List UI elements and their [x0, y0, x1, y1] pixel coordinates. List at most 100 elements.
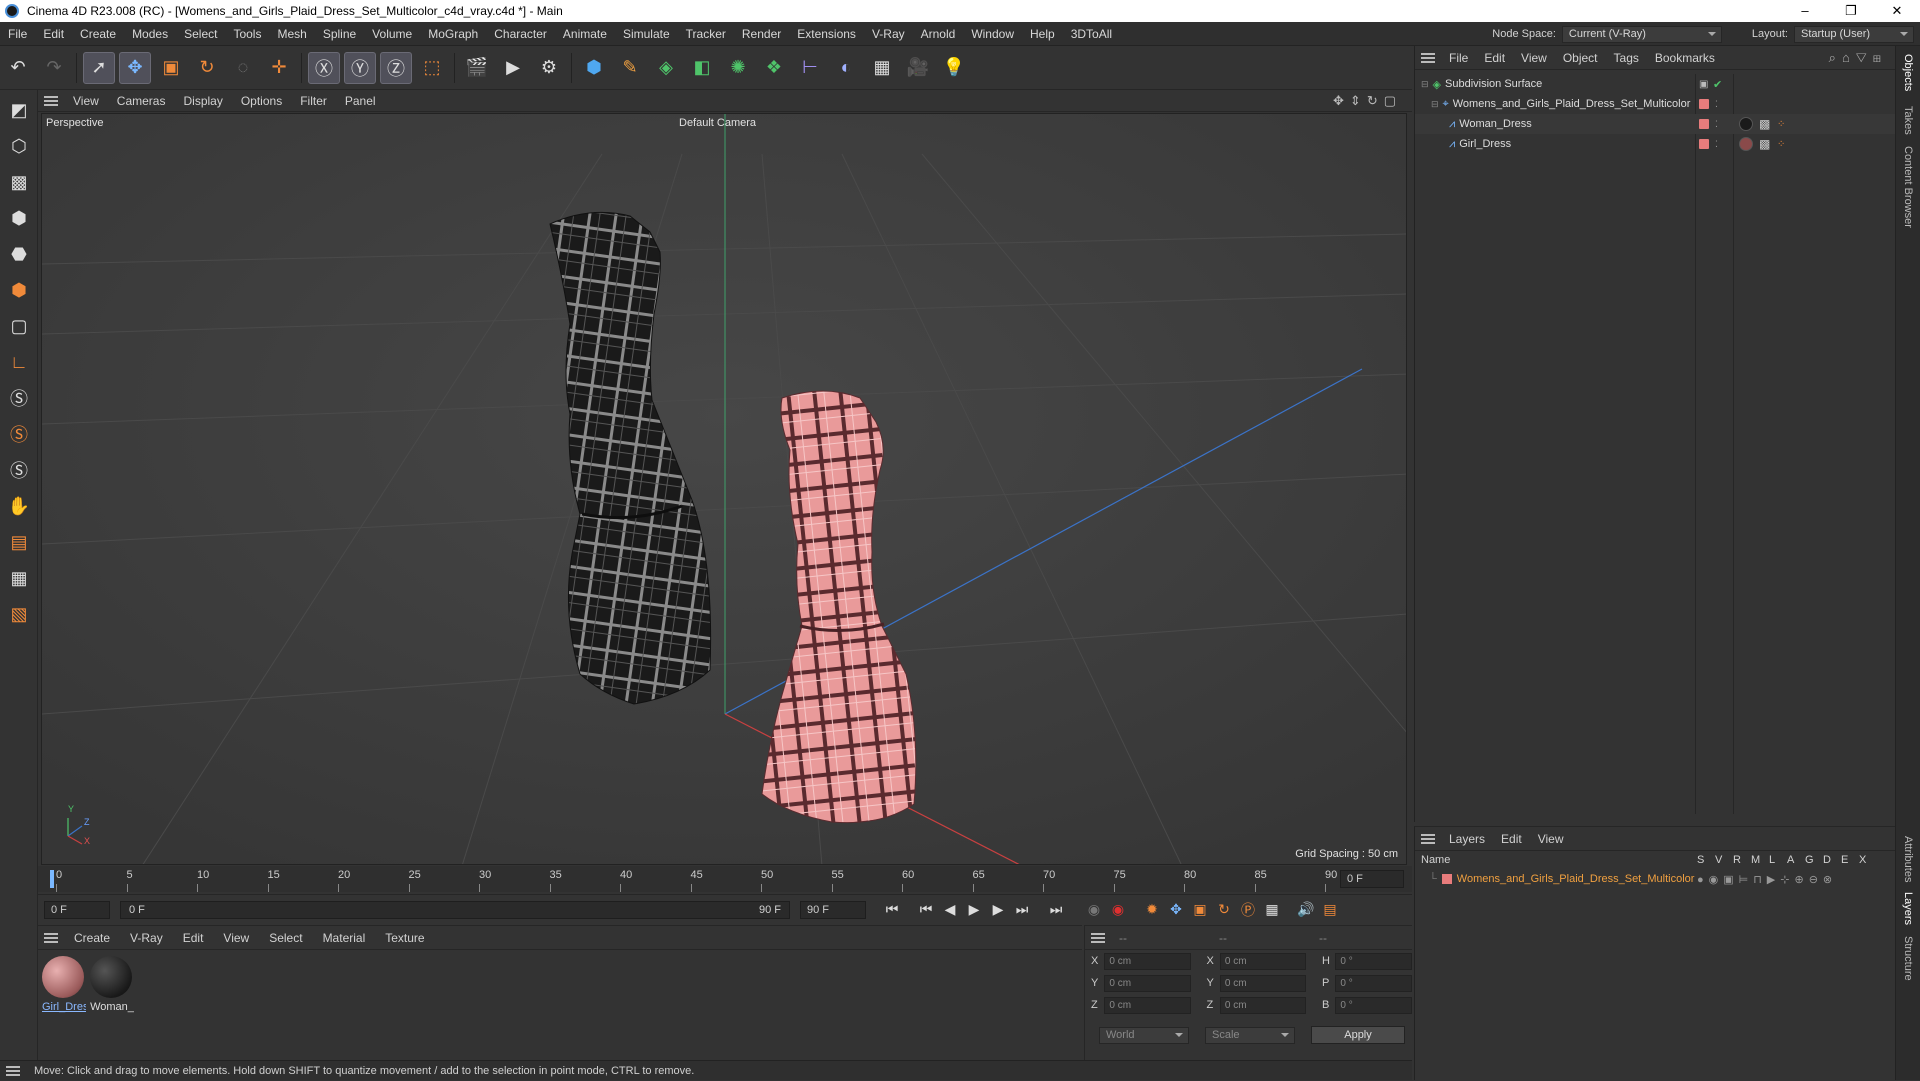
subdivision-generator-icon[interactable]: ◈ [650, 52, 682, 84]
viewport-menu-options[interactable]: Options [232, 90, 291, 112]
menu-animate[interactable]: Animate [555, 22, 615, 46]
frame-range-slider[interactable]: 0 F 90 F [120, 900, 790, 919]
material-menu-edit[interactable]: Edit [173, 926, 214, 950]
grid-icon[interactable]: ▦ [3, 562, 35, 594]
menu-simulate[interactable]: Simulate [615, 22, 678, 46]
object-menu-object[interactable]: Object [1555, 46, 1606, 70]
model-mode-icon[interactable]: ⬡ [3, 130, 35, 162]
object-row-girl-dress[interactable]: ⩘ Girl_Dress ⁚ ▩ ⁘ [1415, 134, 1895, 154]
material-menu-material[interactable]: Material [313, 926, 376, 950]
visibility-check-icon[interactable]: ✔ [1713, 78, 1722, 91]
locked-workplane-icon[interactable]: ▧ [3, 598, 35, 630]
start-frame-field[interactable]: 0 F [44, 900, 110, 919]
deformer-bend-icon[interactable]: ⊢ [794, 52, 826, 84]
edge-mode-icon[interactable]: ⬣ [3, 238, 35, 270]
enable-check-icon[interactable]: ▣ [1699, 79, 1708, 90]
coords-menu-icon[interactable] [1091, 932, 1105, 943]
render-settings-icon[interactable]: ⚙ [533, 52, 565, 84]
layer-tag-icon[interactable] [1699, 139, 1709, 149]
layer-flag-icons[interactable]: ●◉▣⊨⊓▶⊹⊕⊖⊗ [1697, 873, 1837, 886]
material-menu-create[interactable]: Create [64, 926, 120, 950]
layer-tag-icon[interactable] [1699, 99, 1709, 109]
menu-arnold[interactable]: Arnold [913, 22, 964, 46]
key-parameter-icon[interactable]: Ⓟ [1236, 898, 1260, 922]
maximize-button[interactable]: ❐ [1828, 0, 1874, 22]
render-region-icon[interactable]: 🎬 [461, 52, 493, 84]
menu-vray[interactable]: V-Ray [864, 22, 913, 46]
layer-row[interactable]: └ Womens_and_Girls_Plaid_Dress_Set_Multi… [1415, 869, 1895, 889]
object-search-icons[interactable]: ⌕⌂▽⊞ [1829, 50, 1887, 66]
material-tag-icon[interactable] [1739, 117, 1753, 131]
rotate-tool-icon[interactable]: ↻ [191, 52, 223, 84]
object-row-group[interactable]: ⊟ ⌖ Womens_and_Girls_Plaid_Dress_Set_Mul… [1415, 94, 1895, 114]
menu-select[interactable]: Select [176, 22, 225, 46]
viewport-menu-icon[interactable] [44, 95, 58, 106]
phong-tag-icon[interactable]: ⁘ [1777, 119, 1785, 130]
object-menu-edit[interactable]: Edit [1476, 46, 1513, 70]
prev-key-icon[interactable]: ⏮ [914, 898, 938, 922]
uv-mode-icon[interactable]: ▢ [3, 310, 35, 342]
size-y-field[interactable]: 0 cm [1219, 974, 1307, 992]
next-key-icon[interactable]: ⏭ [1010, 898, 1034, 922]
tab-attributes[interactable]: Attributes [1902, 836, 1914, 882]
motion-system-icon[interactable]: 🔊 [1294, 898, 1318, 922]
next-frame-icon[interactable]: ▶ [986, 898, 1010, 922]
workplane-icon[interactable]: ▤ [3, 526, 35, 558]
keyframe-selection-icon[interactable]: ✹ [1140, 898, 1164, 922]
viewport-menu-display[interactable]: Display [174, 90, 231, 112]
uvw-tag-icon[interactable]: ▩ [1759, 117, 1770, 131]
scale-tool-icon[interactable]: ▣ [155, 52, 187, 84]
tab-objects[interactable]: Objects [1902, 54, 1914, 91]
cube-primitive-icon[interactable]: ⬢ [578, 52, 610, 84]
pos-z-field[interactable]: 0 cm [1104, 996, 1191, 1014]
place-tool-icon[interactable]: ✛ [263, 52, 295, 84]
minimize-button[interactable]: – [1782, 0, 1828, 22]
material-woman-dress[interactable]: Woman_ [90, 956, 134, 1013]
collapse-icon[interactable]: ⊟ [1421, 79, 1429, 90]
key-position-icon[interactable]: ✥ [1164, 898, 1188, 922]
phong-tag-icon[interactable]: ⁘ [1777, 139, 1785, 150]
object-menu-icon[interactable] [1421, 52, 1435, 63]
polygon-mode-icon[interactable]: ⬢ [3, 274, 35, 306]
axis-mode-icon[interactable]: ∟ [3, 346, 35, 378]
menu-mesh[interactable]: Mesh [269, 22, 314, 46]
layers-menu-icon[interactable] [1421, 833, 1435, 844]
3d-viewport[interactable]: Perspective Default Camera Y Z X Grid Sp… [41, 113, 1407, 865]
snap-icon[interactable]: Ⓢ [3, 382, 35, 414]
menu-tracker[interactable]: Tracker [678, 22, 734, 46]
prev-frame-icon[interactable]: ◀ [938, 898, 962, 922]
viewport-camera-name[interactable]: Default Camera [679, 117, 756, 129]
material-menu-texture[interactable]: Texture [375, 926, 434, 950]
playhead-marker[interactable] [50, 870, 54, 888]
snap-settings-icon[interactable]: Ⓢ [3, 418, 35, 450]
visibility-dots-icon[interactable]: ⁚ [1715, 139, 1718, 150]
undo-icon[interactable]: ↶ [2, 52, 34, 84]
viewport-nav-icons[interactable]: ✥⇕↻▢ [1333, 93, 1402, 109]
key-rotation-icon[interactable]: ↻ [1212, 898, 1236, 922]
menu-modes[interactable]: Modes [124, 22, 176, 46]
rot-b-field[interactable]: 0 ° [1335, 996, 1412, 1014]
menu-3dtoall[interactable]: 3DToAll [1063, 22, 1120, 46]
status-menu-icon[interactable] [6, 1065, 20, 1076]
visibility-dots-icon[interactable]: ⁚ [1715, 119, 1718, 130]
material-tag-icon[interactable] [1739, 137, 1753, 151]
visibility-dots-icon[interactable]: ⁚ [1715, 99, 1718, 110]
coord-system-dropdown[interactable]: World [1099, 1026, 1189, 1044]
mograph-cloner-icon[interactable]: ✺ [722, 52, 754, 84]
layer-name[interactable]: Womens_and_Girls_Plaid_Dress_Set_Multico… [1457, 873, 1695, 885]
pos-y-field[interactable]: 0 cm [1104, 974, 1191, 992]
collapse-icon[interactable]: ⊟ [1431, 99, 1439, 110]
point-mode-icon[interactable]: ⬢ [3, 202, 35, 234]
goto-end-icon[interactable]: ⏭ [1044, 898, 1068, 922]
menu-create[interactable]: Create [72, 22, 124, 46]
goto-start-icon[interactable]: ⏮ [880, 898, 904, 922]
current-frame-field[interactable]: 0 F [1340, 870, 1404, 888]
rot-h-field[interactable]: 0 ° [1335, 952, 1412, 970]
select-cursor-icon[interactable]: ➚ [83, 51, 115, 84]
viewport-menu-panel[interactable]: Panel [336, 90, 385, 112]
menu-window[interactable]: Window [963, 22, 1022, 46]
object-menu-file[interactable]: File [1441, 46, 1476, 70]
menu-help[interactable]: Help [1022, 22, 1063, 46]
axis-x-lock-icon[interactable]: Ⓧ [308, 51, 340, 84]
pos-x-field[interactable]: 0 cm [1104, 952, 1191, 970]
